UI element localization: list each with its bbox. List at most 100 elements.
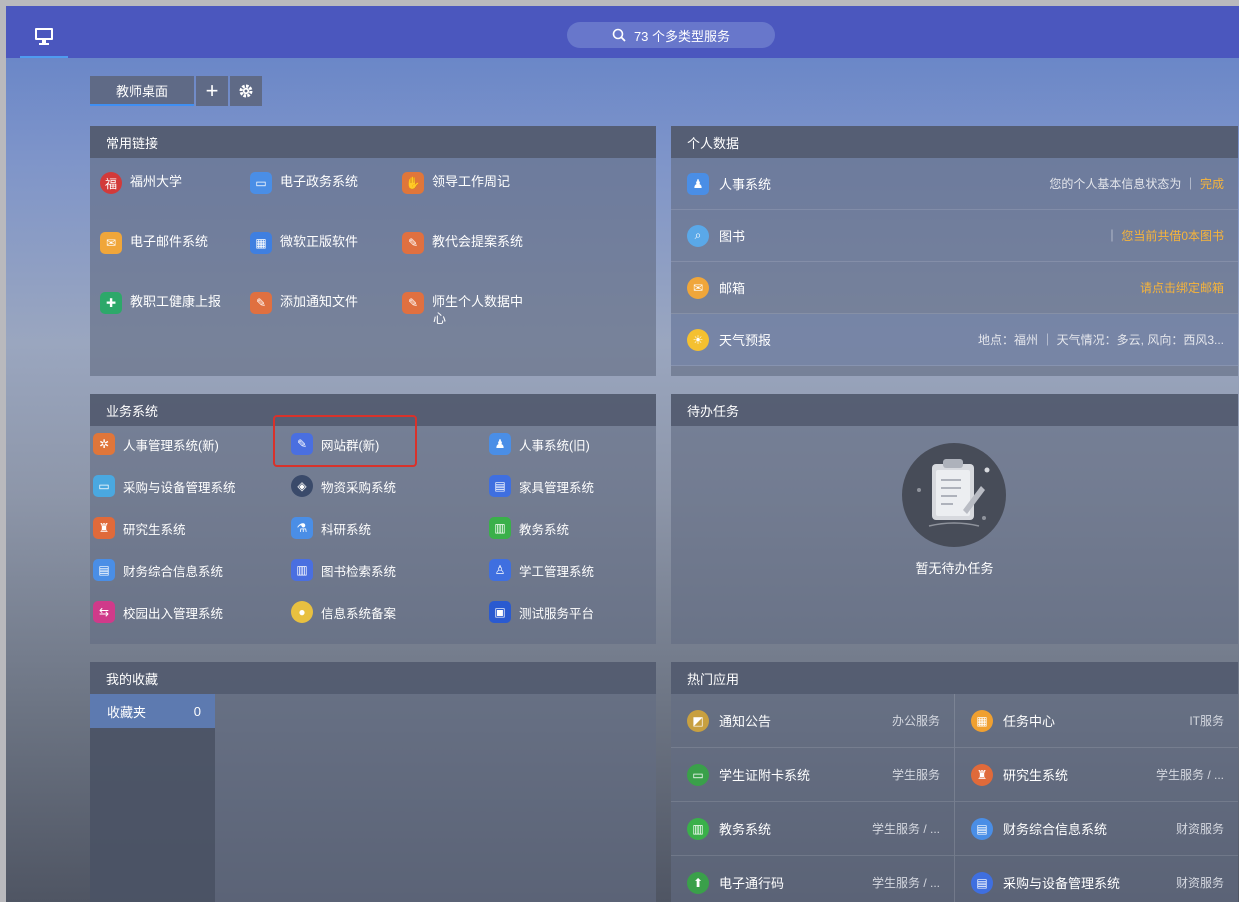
calendar-icon: ▦ [971,709,993,732]
personal-data-status: ｜ 您当前共借0本图书 [1106,227,1224,244]
common-link-label-wrap: 心 [433,311,447,326]
document-icon: ✎ [402,232,424,254]
common-link-item[interactable]: ✎ 添加通知文件 [250,292,358,314]
business-system-item[interactable]: ▭ 采购与设备管理系统 [93,475,236,497]
panel-title: 常用链接 [90,126,656,158]
common-link-label: 添加通知文件 [280,294,359,309]
hot-app-item[interactable]: ▥ 教务系统 学生服务 / ... [671,802,954,856]
business-system-label: 人事系统(旧) [519,438,590,453]
hot-app-item[interactable]: ▦ 任务中心 IT服务 [955,694,1238,748]
personal-data-name: 人事系统 [719,177,772,192]
status-text: 您的个人基本信息状态为 ｜ [1049,177,1200,191]
common-link-item[interactable]: 福福州大学 [100,172,182,194]
personal-data-name: 图书 [719,229,746,244]
ledger-icon: ▤ [93,559,115,581]
hot-app-name: 研究生系统 [1003,768,1069,783]
pass-icon: ⬆ [687,871,709,894]
business-system-item[interactable]: ▣ 测试服务平台 [489,601,594,623]
business-system-label: 学工管理系统 [519,564,595,579]
common-link-item[interactable]: ✚ 教职工健康上报 [100,292,221,314]
favorites-folder[interactable]: 收藏夹 0 [90,694,215,728]
layers-icon: ◈ [291,475,313,497]
status-highlight: 您当前共借0本图书 [1121,229,1224,243]
business-system-label: 科研系统 [321,522,372,537]
service-search-button[interactable]: 73 个多类型服务 [567,22,775,48]
highlight-box [273,415,417,467]
personal-data-name: 天气预报 [719,333,772,348]
personal-data-name: 邮箱 [719,281,746,296]
common-link-item[interactable]: ✎ 师生个人数据中心 [402,292,523,326]
common-link-label: 领导工作周记 [432,174,511,189]
hot-app-category: 财资服务 [1175,876,1224,890]
tab-teacher-desktop[interactable]: 教师桌面 [90,76,194,106]
desktop-tab-bar: 教师桌面 + [90,76,262,106]
mail-icon: ✉ [100,232,122,254]
university-logo-icon: 福 [100,172,122,194]
coin-icon: ● [291,601,313,623]
handshake-icon: ✋ [402,172,424,194]
common-link-item[interactable]: ✋ 领导工作周记 [402,172,510,194]
flask-icon: ⚗ [291,517,313,539]
common-link-item[interactable]: ✉ 电子邮件系统 [100,232,208,254]
personal-data-row[interactable]: ☀ 天气预报 地点：福州 ｜ 天气情况：多云, 风向：西风3... [671,314,1238,366]
business-system-item[interactable]: ◈ 物资采购系统 [291,475,396,497]
common-link-label: 电子政务系统 [280,174,359,189]
common-link-label: 微软正版软件 [280,234,359,249]
business-system-item[interactable]: ▤ 家具管理系统 [489,475,594,497]
business-system-item[interactable]: ♜ 研究生系统 [93,517,186,539]
search-icon [612,28,626,42]
hot-app-name: 通知公告 [719,714,772,729]
monitor-icon: ▭ [250,172,272,194]
business-system-item[interactable]: ⇆ 校园出入管理系统 [93,601,223,623]
personal-data-row[interactable]: ⌕ 图书 ｜ 您当前共借0本图书 [671,210,1238,262]
hot-app-category: 学生服务 / ... [1155,768,1224,782]
common-link-label: 电子邮件系统 [130,234,209,249]
card-icon: ▭ [687,763,709,786]
panel-title: 待办任务 [671,394,1238,426]
book-icon: ▥ [687,817,709,840]
hot-app-item[interactable]: ♜ 研究生系统 学生服务 / ... [955,748,1238,802]
common-link-item[interactable]: ▭ 电子政务系统 [250,172,358,194]
business-system-label: 采购与设备管理系统 [123,480,236,495]
book-search-icon: ⌕ [687,224,709,247]
business-system-item[interactable]: ✲ 人事管理系统(新) [93,433,219,455]
hot-app-name: 采购与设备管理系统 [1003,876,1121,891]
status-highlight[interactable]: 请点击绑定邮箱 [1140,281,1224,295]
tab-label: 教师桌面 [115,83,168,99]
graduate-icon: ♜ [93,517,115,539]
panel-title: 我的收藏 [90,662,656,694]
hot-app-item[interactable]: ▤ 采购与设备管理系统 财资服务 [955,856,1238,902]
chair-icon: ▤ [971,871,993,894]
windows-icon: ▦ [250,232,272,254]
student-icon: ♙ [489,559,511,581]
hot-app-name: 财务综合信息系统 [1003,822,1108,837]
hot-app-item[interactable]: ▤ 财务综合信息系统 财资服务 [955,802,1238,856]
business-system-item[interactable]: ▥ 图书检索系统 [291,559,396,581]
business-system-item[interactable]: ⚗ 科研系统 [291,517,371,539]
health-icon: ✚ [100,292,122,314]
hot-app-item[interactable]: ◩ 通知公告 办公服务 [671,694,954,748]
common-link-item[interactable]: ▦ 微软正版软件 [250,232,358,254]
business-system-item[interactable]: ♟ 人事系统(旧) [489,433,590,455]
hot-app-category: 学生服务 / ... [871,876,940,890]
settings-button[interactable] [230,76,262,106]
personal-data-row[interactable]: ♟ 人事系统 您的个人基本信息状态为 ｜ 完成 [671,158,1238,210]
todo-panel: 待办任务 暂无待办任务 [671,394,1238,644]
business-system-item[interactable]: ▥ 教务系统 [489,517,569,539]
personal-data-row[interactable]: ✉ 邮箱 请点击绑定邮箱 [671,262,1238,314]
desktop-home-button[interactable] [20,16,68,58]
hot-app-category: IT服务 [1189,714,1224,728]
business-system-label: 信息系统备案 [321,606,397,621]
business-system-item[interactable]: ♙ 学工管理系统 [489,559,594,581]
screen-icon: ▭ [93,475,115,497]
person-icon: ♟ [489,433,511,455]
business-system-item[interactable]: ● 信息系统备案 [291,601,396,623]
book-icon: ▥ [489,517,511,539]
business-system-item[interactable]: ▤ 财务综合信息系统 [93,559,223,581]
hot-app-item[interactable]: ▭ 学生证附卡系统 学生服务 [671,748,954,802]
add-tab-button[interactable]: + [196,76,228,106]
common-link-item[interactable]: ✎ 教代会提案系统 [402,232,523,254]
notice-icon: ◩ [687,709,709,732]
plus-icon: + [205,78,219,103]
hot-app-item[interactable]: ⬆ 电子通行码 学生服务 / ... [671,856,954,902]
